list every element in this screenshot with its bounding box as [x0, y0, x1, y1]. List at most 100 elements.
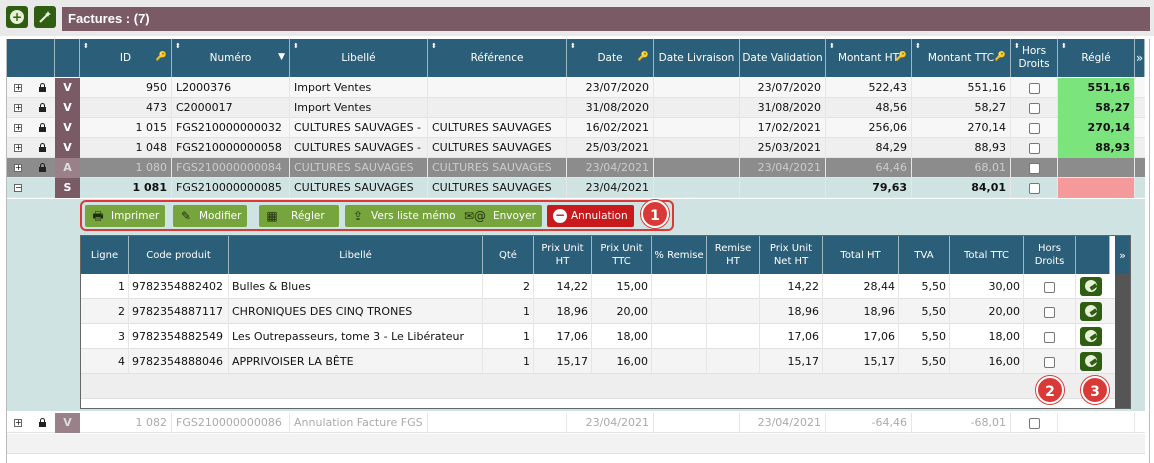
sub-header-pu-net[interactable]: Prix Unit Net HT	[760, 236, 823, 274]
cell-hors-droits	[1011, 178, 1058, 198]
key-icon: 🔑	[637, 52, 649, 62]
cell-numero: L2000376	[172, 78, 290, 98]
column-chooser-icon[interactable]: »	[1135, 39, 1145, 77]
hors-droits-checkbox[interactable]	[1028, 82, 1040, 94]
expand-icon[interactable]: +	[14, 84, 22, 92]
cell-reference	[428, 78, 567, 98]
sub-header-ligne[interactable]: Ligne	[81, 236, 129, 274]
cell-montant-ht: 522,43	[826, 78, 912, 98]
header-date-livraison[interactable]: Date Livraison	[654, 39, 740, 77]
expand-icon[interactable]: +	[14, 144, 22, 152]
magic-wand-button[interactable]	[34, 6, 56, 28]
header-montant-ht[interactable]: ⬍ Montant HT 🔑	[826, 39, 912, 77]
expand-icon[interactable]: −	[14, 184, 22, 192]
line-row[interactable]: 1 9782354882402 Bulles & Blues 2 14,22 15,00 1…	[81, 274, 1115, 299]
sub-header-pct-remise[interactable]: % Remise	[652, 236, 707, 274]
cell-numero: FGS210000000032	[172, 118, 290, 138]
table-row[interactable]: + V 1 015 FGS210000000032 CULTURES SAUVAGES …	[7, 118, 1145, 138]
line-detail-button[interactable]	[1080, 352, 1102, 371]
hors-droits-checkbox[interactable]	[1028, 162, 1040, 174]
expand-icon[interactable]: +	[14, 104, 22, 112]
cell-montant-ttc: -68,01	[912, 413, 1011, 433]
cell-hors-droits	[1011, 78, 1058, 98]
cell-reference: CULTURES SAUVAGES	[428, 138, 567, 158]
cell-montant-ttc: 58,27	[912, 98, 1011, 118]
sub-header-total-ttc[interactable]: Total TTC	[950, 236, 1024, 274]
header-regle[interactable]: ⬍ Réglé	[1058, 39, 1135, 77]
table-row[interactable]: + A 1 080 FGS210000000084 CULTURES SAUVAGES C…	[7, 158, 1145, 178]
header-reference[interactable]: ⬍ Référence	[428, 39, 567, 77]
hors-droits-checkbox[interactable]	[1028, 142, 1040, 154]
hors-droits-checkbox[interactable]	[1044, 281, 1055, 293]
cell-numero: FGS210000000086	[172, 413, 290, 433]
cell-total-ttc: 30,00	[950, 274, 1024, 299]
cell-libelle: CULTURES SAUVAGES	[290, 158, 428, 178]
line-detail-button[interactable]	[1080, 302, 1102, 321]
cell-pu-net: 18,96	[760, 299, 823, 324]
header-expand-col	[7, 39, 55, 77]
add-button[interactable]: +	[6, 6, 28, 28]
cell-montant-ttc: 84,01	[912, 178, 1011, 198]
hors-droits-checkbox[interactable]	[1028, 182, 1040, 194]
cell-id: 1 081	[80, 178, 172, 198]
sub-header-total-ht[interactable]: Total HT	[823, 236, 899, 274]
cell-total-ttc: 20,00	[950, 299, 1024, 324]
sub-header-qte[interactable]: Qté	[483, 236, 534, 274]
header-montant-ttc[interactable]: ⬍ Montant TTC 🔑	[912, 39, 1011, 77]
cell-hors-droits	[1024, 299, 1076, 324]
sub-header-libelle[interactable]: Libellé	[229, 236, 483, 274]
header-date[interactable]: ⬍ Date 🔑	[567, 39, 654, 77]
cell-date: 31/08/2020	[567, 98, 654, 118]
hors-droits-checkbox[interactable]	[1044, 356, 1055, 368]
table-row[interactable]: + V 473 C2000017 Import Ventes 31/08/2020 31/0…	[7, 98, 1145, 118]
cell-date-livraison	[654, 118, 740, 138]
cell-qte: 1	[483, 324, 534, 349]
cell-ligne: 2	[81, 299, 129, 324]
pie-chart-icon	[1085, 280, 1097, 292]
hors-droits-checkbox[interactable]	[1044, 306, 1055, 318]
line-row[interactable]: 2 9782354887117 CHRONIQUES DES CINQ TRONES…	[81, 299, 1115, 324]
cell-hors-droits	[1024, 349, 1076, 374]
lock-icon	[39, 163, 46, 172]
cell-montant-ht: 79,63	[826, 178, 912, 198]
hors-droits-checkbox[interactable]	[1028, 122, 1040, 134]
line-row[interactable]: 4 9782354888046 APPRIVOISER LA BÊTE 1 15,17 1…	[81, 349, 1115, 374]
sub-header-tva[interactable]: TVA	[899, 236, 950, 274]
line-row[interactable]: 3 9782354882549 Les Outrepasseurs, tome 3 …	[81, 324, 1115, 349]
cell-regle	[1058, 178, 1135, 198]
header-id[interactable]: ⬍ ID 🔑	[80, 39, 172, 77]
cell-numero: FGS210000000058	[172, 138, 290, 158]
line-detail-button[interactable]	[1080, 277, 1102, 296]
cell-libelle: CULTURES SAUVAGES -	[290, 138, 428, 158]
sub-column-chooser-icon[interactable]: »	[1115, 236, 1130, 274]
cell-libelle: Annulation Facture FGS	[290, 413, 428, 433]
sub-header-code[interactable]: Code produit	[129, 236, 229, 274]
sub-header-hors-droits[interactable]: Hors Droits	[1024, 236, 1076, 274]
cell-date-livraison	[654, 178, 740, 198]
sub-header-pu-ttc[interactable]: Prix Unit TTC	[592, 236, 652, 274]
status-badge: V	[55, 118, 80, 138]
hors-droits-checkbox[interactable]	[1044, 331, 1055, 343]
cell-montant-ttc: 270,14	[912, 118, 1011, 138]
sub-header-remise-ht[interactable]: Remise HT	[707, 236, 760, 274]
expand-icon[interactable]: +	[14, 124, 22, 132]
table-row[interactable]: + V 1 048 FGS210000000058 CULTURES SAUVAGES …	[7, 138, 1145, 158]
sub-header-pu-ht[interactable]: Prix Unit HT	[534, 236, 592, 274]
table-row[interactable]: + V 1 082 FGS210000000086 Annulation Fac…	[7, 413, 1145, 433]
cell-date-validation: 31/08/2020	[740, 98, 826, 118]
key-icon: 🔑	[155, 52, 167, 62]
header-date-validation[interactable]: Date Validation	[740, 39, 826, 77]
hors-droits-checkbox[interactable]	[1028, 102, 1040, 114]
expand-icon[interactable]: +	[14, 164, 22, 172]
hors-droits-checkbox[interactable]	[1028, 417, 1040, 429]
cell-libelle: APPRIVOISER LA BÊTE	[229, 349, 483, 374]
header-numero[interactable]: ⬍ Numéro ▼	[172, 39, 290, 77]
table-row[interactable]: + V 950 L2000376 Import Ventes 23/07/2020 23/0…	[7, 78, 1145, 98]
header-libelle[interactable]: ⬍ Libellé	[290, 39, 428, 77]
sub-scrollbar[interactable]	[1115, 274, 1130, 408]
expand-icon[interactable]: +	[14, 419, 22, 427]
pie-chart-icon	[1085, 305, 1097, 317]
line-detail-button[interactable]	[1080, 327, 1102, 346]
table-row[interactable]: − S 1 081 FGS210000000085 CULTURES SAUVAGES C…	[7, 178, 1145, 198]
header-hors-droits[interactable]: ⬍ Hors Droits	[1011, 39, 1058, 77]
